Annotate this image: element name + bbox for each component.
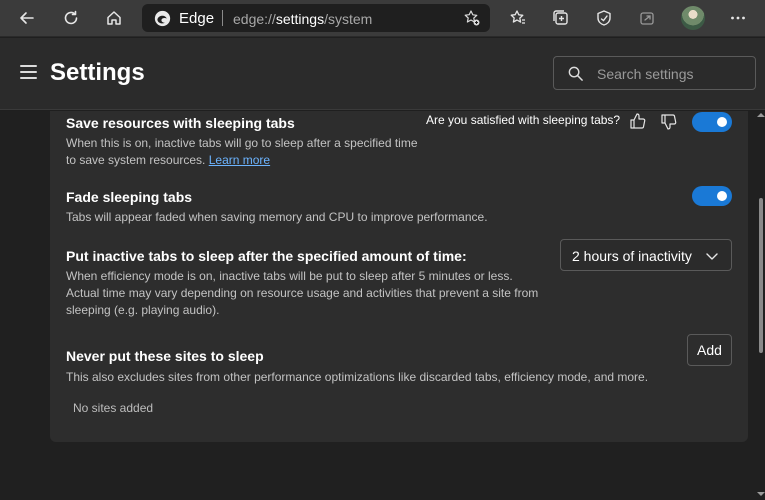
menu-icon[interactable] [20, 65, 37, 79]
search-input[interactable] [597, 64, 747, 84]
url-suffix: /system [324, 11, 373, 27]
address-bar[interactable]: Edge edge://settings/system [142, 4, 490, 32]
sleep-after-title: Put inactive tabs to sleep after the spe… [66, 248, 467, 264]
share-icon[interactable] [632, 4, 662, 32]
sleeping-tabs-description: When this is on, inactive tabs will go t… [66, 135, 426, 169]
sleeping-tabs-card: Save resources with sleeping tabs When t… [50, 111, 748, 442]
feedback-question: Are you satisfied with sleeping tabs? [426, 113, 621, 127]
chevron-down-icon [706, 253, 718, 260]
scrollbar-thumb[interactable] [759, 198, 763, 353]
scroll-down-icon[interactable] [756, 490, 765, 498]
edge-logo-icon [154, 10, 171, 27]
fade-tabs-toggle[interactable] [692, 186, 732, 206]
address-site-name: Edge [179, 10, 215, 27]
no-sites-text: No sites added [73, 401, 154, 415]
add-site-button[interactable]: Add [687, 334, 732, 366]
url-strong: settings [275, 11, 325, 27]
sleep-after-description: When efficiency mode is on, inactive tab… [66, 269, 539, 317]
settings-header: Settings [0, 38, 765, 110]
browser-toolbar: Edge edge://settings/system [0, 0, 765, 37]
browser-essentials-icon[interactable] [589, 4, 619, 32]
back-icon[interactable] [12, 4, 42, 32]
fade-tabs-description: Tabs will appear faded when saving memor… [66, 210, 488, 224]
favorites-icon[interactable] [503, 4, 533, 32]
scroll-up-icon[interactable] [756, 111, 765, 119]
sleep-timeout-dropdown[interactable]: 2 hours of inactivity [560, 239, 732, 271]
never-sleep-description: This also excludes sites from other perf… [66, 370, 649, 384]
add-favorite-icon[interactable] [463, 9, 481, 27]
address-separator [222, 10, 223, 26]
thumbs-up-icon[interactable] [628, 111, 648, 131]
sleeping-tabs-toggle[interactable] [692, 112, 732, 132]
address-url: edge://settings/system [233, 11, 372, 27]
settings-content: Save resources with sleeping tabs When t… [0, 111, 765, 500]
page-title: Settings [50, 59, 145, 86]
collections-icon[interactable] [546, 4, 576, 32]
profile-avatar[interactable] [681, 6, 705, 30]
home-icon[interactable] [99, 4, 129, 32]
url-prefix: edge:// [233, 11, 276, 27]
refresh-icon[interactable] [56, 4, 86, 32]
learn-more-link[interactable]: Learn more [209, 153, 270, 167]
search-box[interactable] [553, 56, 756, 90]
more-options-icon[interactable] [723, 4, 753, 32]
never-sleep-title: Never put these sites to sleep [66, 348, 264, 364]
fade-tabs-title: Fade sleeping tabs [66, 189, 193, 205]
sleep-timeout-value: 2 hours of inactivity [572, 248, 692, 264]
search-icon [568, 66, 583, 81]
sleeping-tabs-title: Save resources with sleeping tabs [66, 115, 295, 131]
thumbs-down-icon[interactable] [659, 112, 679, 132]
